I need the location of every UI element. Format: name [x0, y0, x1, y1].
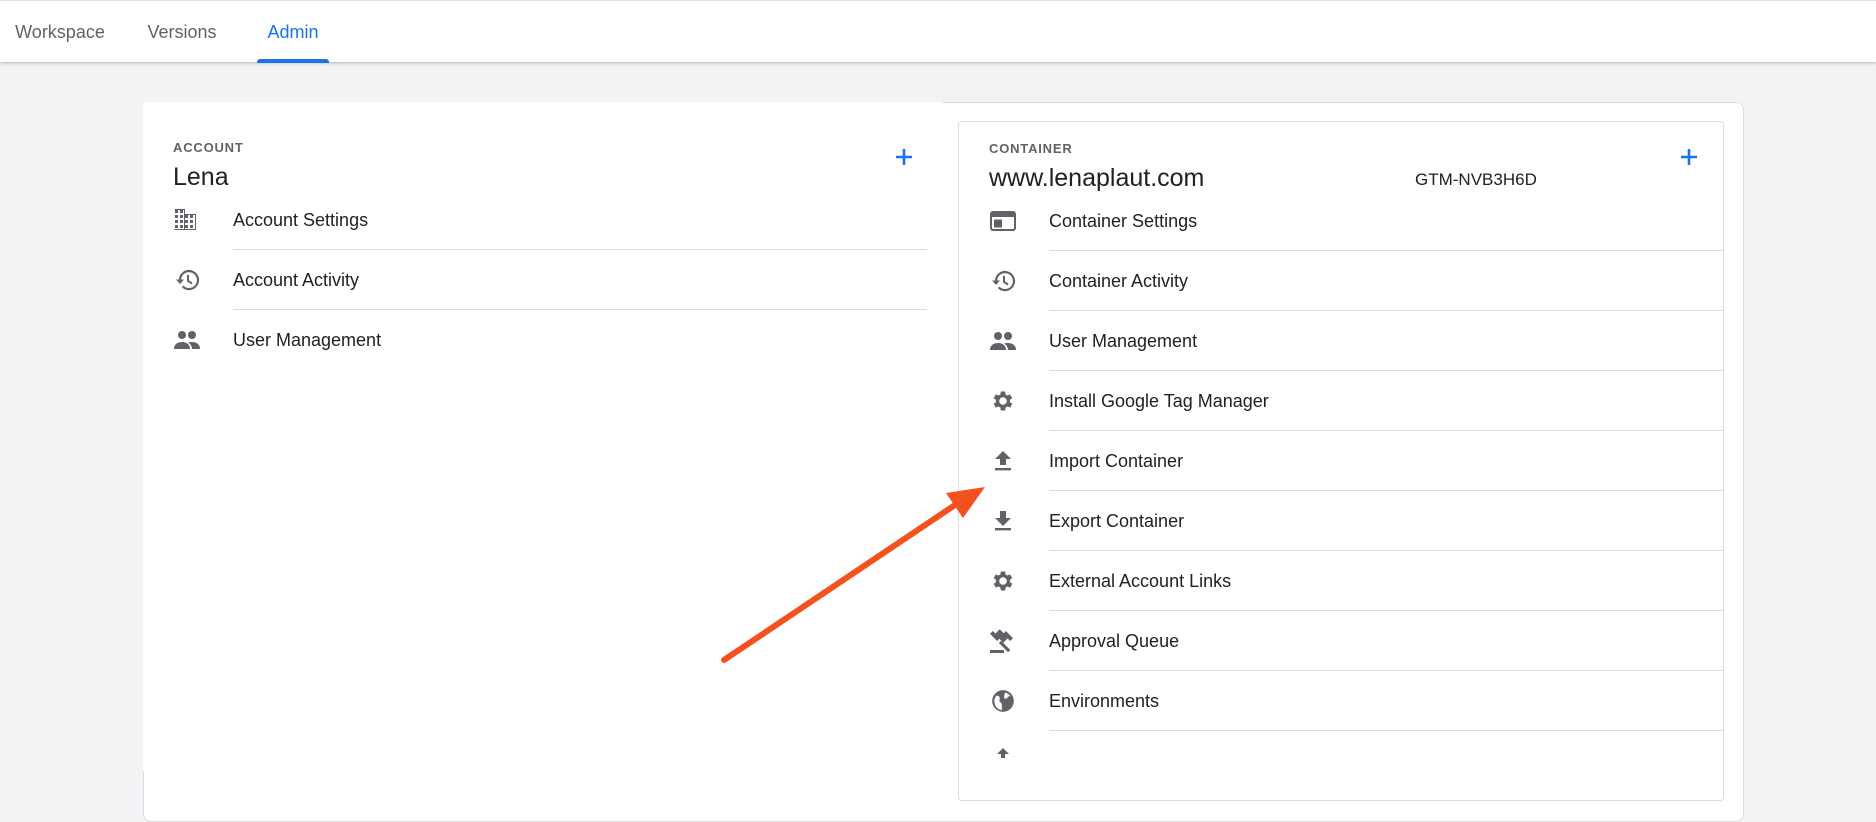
import-container-label: Import Container	[1049, 451, 1184, 471]
export-container-label: Export Container	[1049, 511, 1185, 531]
web-window-icon	[989, 209, 1017, 233]
tab-versions-label: Versions	[147, 21, 217, 42]
container-settings-label: Container Settings	[1049, 211, 1198, 231]
external-account-links-label: External Account Links	[1049, 571, 1232, 591]
environments-label: Environments	[1049, 691, 1160, 711]
account-column: ACCOUNT Lena Account Settings Account Ac…	[143, 102, 943, 771]
tab-workspace-label: Workspace	[15, 21, 105, 42]
people-icon	[989, 329, 1017, 353]
approval-queue-label: Approval Queue	[1049, 631, 1180, 651]
container-activity-label: Container Activity	[1049, 271, 1189, 291]
building-icon	[173, 208, 201, 232]
tab-workspace[interactable]: Workspace	[0, 1, 120, 63]
environments-item[interactable]: Environments	[989, 671, 1723, 731]
history-icon	[173, 268, 201, 292]
gavel-icon	[989, 629, 1017, 653]
account-user-management-item[interactable]: User Management	[173, 310, 940, 370]
history-icon	[989, 269, 1017, 293]
download-icon	[989, 509, 1017, 533]
container-activity-item[interactable]: Container Activity	[989, 251, 1723, 311]
account-name: Lena	[173, 163, 229, 191]
gear-icon	[989, 569, 1017, 593]
container-settings-item[interactable]: Container Settings	[989, 191, 1723, 251]
upload-icon	[989, 449, 1017, 473]
account-activity-label: Account Activity	[233, 270, 360, 290]
install-gtm-item[interactable]: Install Google Tag Manager	[989, 371, 1723, 431]
container-name: www.lenaplaut.com	[989, 164, 1205, 192]
account-activity-item[interactable]: Account Activity	[173, 250, 940, 310]
tab-versions[interactable]: Versions	[134, 1, 230, 63]
add-account-button[interactable]	[888, 141, 920, 173]
account-user-management-label: User Management	[233, 330, 382, 350]
approval-queue-item[interactable]: Approval Queue	[989, 611, 1723, 671]
plus-icon	[1681, 149, 1697, 165]
next-item-partial[interactable]	[989, 731, 1723, 791]
account-settings-item[interactable]: Account Settings	[173, 190, 940, 250]
plus-icon	[896, 149, 912, 165]
top-nav-bar: Workspace Versions Admin	[0, 0, 1876, 63]
globe-icon	[989, 689, 1017, 713]
container-user-management-item[interactable]: User Management	[989, 311, 1723, 371]
active-tab-indicator	[257, 59, 329, 63]
external-account-links-item[interactable]: External Account Links	[989, 551, 1723, 611]
account-section-label: ACCOUNT	[173, 140, 244, 155]
add-container-button[interactable]	[1673, 141, 1705, 173]
install-gtm-label: Install Google Tag Manager	[1049, 391, 1269, 411]
partial-icon	[989, 741, 1017, 765]
container-section-label: CONTAINER	[989, 141, 1073, 156]
account-settings-label: Account Settings	[233, 210, 369, 230]
people-icon	[173, 328, 201, 352]
container-user-management-label: User Management	[1049, 331, 1198, 351]
container-public-id: GTM-NVB3H6D	[1415, 170, 1537, 189]
export-container-item[interactable]: Export Container	[989, 491, 1723, 551]
import-container-item[interactable]: Import Container	[989, 431, 1723, 491]
tab-admin-label: Admin	[267, 21, 319, 42]
tab-admin[interactable]: Admin	[257, 1, 329, 63]
container-column: CONTAINER www.lenaplaut.com GTM-NVB3H6D …	[958, 121, 1724, 801]
gear-icon	[989, 389, 1017, 413]
